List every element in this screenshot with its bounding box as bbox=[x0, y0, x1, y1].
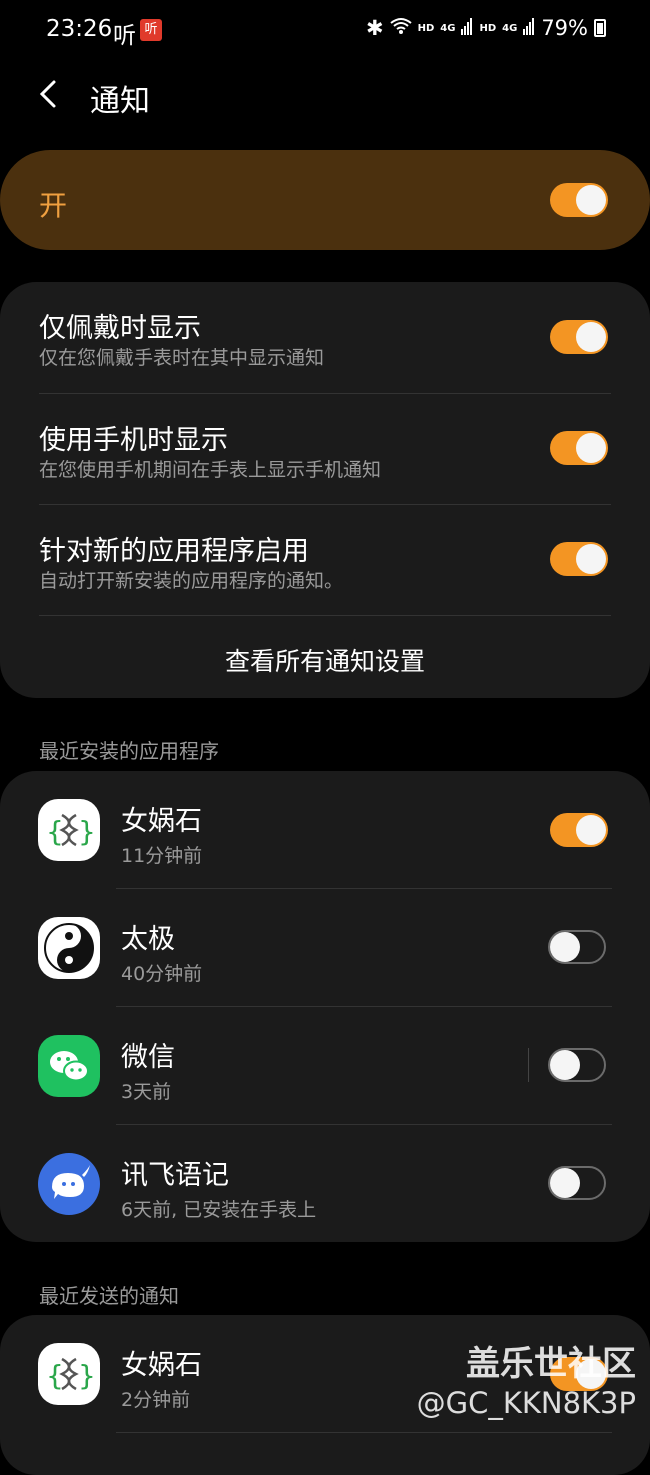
app-row-nuwashi[interactable]: {} 女娲石 11分钟前 bbox=[0, 771, 650, 888]
signal-icon-2 bbox=[523, 16, 535, 40]
watermark-brand: 盖乐世社区 bbox=[466, 1344, 636, 1384]
setting-row-new-apps[interactable]: 针对新的应用程序启用 自动打开新安装的应用程序的通知。 bbox=[0, 505, 650, 616]
view-all-settings-link[interactable]: 查看所有通知设置 bbox=[0, 642, 650, 678]
4g-label-2: 4G bbox=[502, 22, 518, 34]
master-toggle[interactable] bbox=[550, 183, 608, 217]
bluetooth-icon: ✱ bbox=[366, 16, 384, 40]
app-name: 讯飞语记 bbox=[121, 1160, 229, 1191]
ting-badge-icon: 听 bbox=[140, 19, 162, 41]
master-label: 开 bbox=[39, 189, 68, 222]
status-bar: 23:26 听 听 ✱ HD 4G HD 4G 79% bbox=[0, 0, 650, 64]
status-time: 23:26 bbox=[46, 16, 113, 42]
whale-icon bbox=[38, 1153, 100, 1215]
setting-row-wearing[interactable]: 仅佩戴时显示 仅在您佩戴手表时在其中显示通知 bbox=[0, 282, 650, 393]
battery-icon bbox=[594, 19, 606, 37]
section-label-sent: 最近发送的通知 bbox=[39, 1284, 179, 1308]
app-toggle[interactable] bbox=[550, 813, 608, 847]
app-time: 11分钟前 bbox=[121, 845, 203, 867]
app-time: 3天前 bbox=[121, 1081, 172, 1103]
svg-text:}: } bbox=[78, 815, 96, 848]
dna-icon: {} bbox=[38, 799, 100, 861]
watermark-user: @GC_KKN8K3P bbox=[416, 1386, 636, 1420]
setting-subtitle: 在您使用手机期间在手表上显示手机通知 bbox=[39, 459, 382, 481]
status-icons: ✱ HD 4G HD 4G 79% bbox=[366, 16, 606, 40]
svg-text:{: { bbox=[46, 815, 64, 848]
divider bbox=[116, 1432, 612, 1433]
installed-apps-card: {} 女娲石 11分钟前 太极 40分钟前 微信 3天前 讯飞语记 6天前, 已… bbox=[0, 771, 650, 1242]
settings-card: 仅佩戴时显示 仅在您佩戴手表时在其中显示通知 使用手机时显示 在您使用手机期间在… bbox=[0, 282, 650, 698]
app-name: 女娲石 bbox=[121, 1350, 202, 1381]
hd-label-2: HD bbox=[479, 22, 497, 34]
back-button[interactable] bbox=[30, 74, 70, 114]
app-row-wechat[interactable]: 微信 3天前 bbox=[0, 1007, 650, 1124]
ting-text: 听 bbox=[113, 23, 136, 49]
4g-label-1: 4G bbox=[440, 22, 456, 34]
app-toggle[interactable] bbox=[548, 1166, 606, 1200]
setting-subtitle: 自动打开新安装的应用程序的通知。 bbox=[39, 570, 344, 592]
app-row-taichi[interactable]: 太极 40分钟前 bbox=[0, 889, 650, 1006]
vertical-separator bbox=[528, 1048, 529, 1082]
master-toggle-row[interactable]: 开 bbox=[0, 150, 650, 250]
page-title: 通知 bbox=[90, 84, 150, 119]
hd-label-1: HD bbox=[417, 22, 435, 34]
signal-icon-1 bbox=[461, 16, 473, 40]
dna-icon: {} bbox=[38, 1343, 100, 1405]
app-time: 6天前, 已安装在手表上 bbox=[121, 1199, 317, 1221]
app-time: 2分钟前 bbox=[121, 1389, 191, 1411]
app-time: 40分钟前 bbox=[121, 963, 203, 985]
svg-text:}: } bbox=[78, 1359, 96, 1392]
setting-toggle[interactable] bbox=[550, 542, 608, 576]
setting-title: 使用手机时显示 bbox=[39, 425, 228, 456]
wifi-icon bbox=[390, 16, 412, 40]
svg-text:{: { bbox=[46, 1359, 64, 1392]
setting-title: 针对新的应用程序启用 bbox=[39, 536, 309, 567]
divider bbox=[39, 615, 611, 616]
app-name: 微信 bbox=[121, 1042, 175, 1073]
app-toggle[interactable] bbox=[548, 1048, 606, 1082]
wechat-icon bbox=[38, 1035, 100, 1097]
battery-percent: 79% bbox=[541, 16, 588, 40]
chevron-left-icon bbox=[39, 80, 56, 108]
setting-toggle[interactable] bbox=[550, 431, 608, 465]
setting-subtitle: 仅在您佩戴手表时在其中显示通知 bbox=[39, 347, 325, 369]
setting-title: 仅佩戴时显示 bbox=[39, 313, 201, 344]
setting-toggle[interactable] bbox=[550, 320, 608, 354]
app-toggle[interactable] bbox=[548, 930, 606, 964]
app-name: 太极 bbox=[121, 924, 175, 955]
app-name: 女娲石 bbox=[121, 806, 202, 837]
section-label-installed: 最近安装的应用程序 bbox=[39, 739, 219, 763]
app-row-xunfei[interactable]: 讯飞语记 6天前, 已安装在手表上 bbox=[0, 1125, 650, 1242]
taichi-icon bbox=[38, 917, 100, 979]
setting-row-phone[interactable]: 使用手机时显示 在您使用手机期间在手表上显示手机通知 bbox=[0, 394, 650, 505]
header: 通知 bbox=[0, 64, 650, 124]
